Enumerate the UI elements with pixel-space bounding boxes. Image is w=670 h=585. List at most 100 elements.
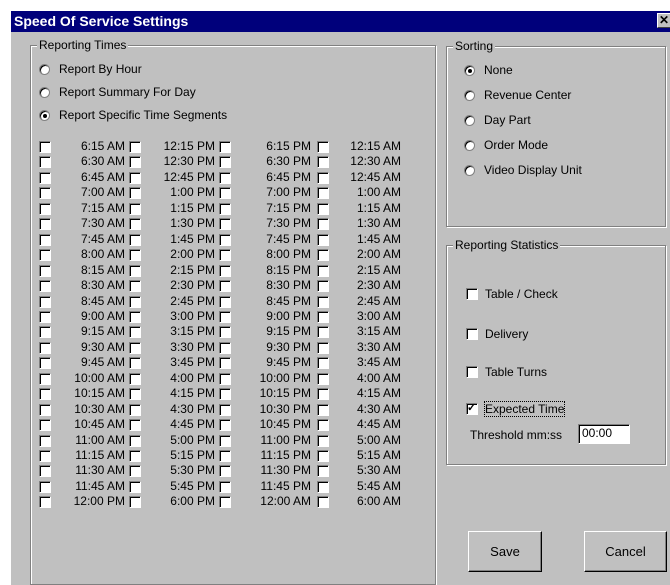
time-segment-checkbox[interactable] [129,357,141,370]
time-segment-checkbox[interactable] [129,310,141,323]
close-button[interactable]: ✕ [657,13,670,28]
time-segment-checkbox[interactable] [39,233,51,246]
time-segment-checkbox[interactable] [39,434,51,447]
time-segment-checkbox[interactable] [129,496,141,509]
time-segment-checkbox[interactable] [317,141,329,153]
time-segment-checkbox[interactable] [39,465,51,478]
time-segment-checkbox[interactable] [317,218,329,231]
statistic-option-3[interactable]: Expected Time [466,401,566,417]
time-segment-checkbox[interactable] [317,372,329,385]
time-segment-checkbox[interactable] [39,249,51,262]
time-segment-checkbox[interactable] [317,388,329,401]
time-segment-checkbox[interactable] [317,434,329,447]
time-segment-checkbox[interactable] [317,280,329,293]
time-segment-checkbox[interactable] [39,480,51,493]
time-segment-checkbox[interactable] [219,372,231,385]
sorting-option-0[interactable]: None [464,63,513,77]
time-segment-checkbox[interactable] [317,326,329,339]
time-segment-checkbox[interactable] [317,419,329,432]
report-option-1[interactable]: Report Summary For Day [39,85,196,99]
time-segment-checkbox[interactable] [219,249,231,262]
statistic-option-1[interactable]: Delivery [466,327,528,341]
time-segment-checkbox[interactable] [129,156,141,169]
time-segment-checkbox[interactable] [317,187,329,200]
sorting-option-3[interactable]: Order Mode [464,138,548,152]
time-segment-checkbox[interactable] [129,465,141,478]
time-segment-checkbox[interactable] [129,480,141,493]
time-segment-checkbox[interactable] [39,326,51,339]
time-segment-checkbox[interactable] [317,357,329,370]
time-segment-checkbox[interactable] [219,388,231,401]
time-segment-checkbox[interactable] [39,372,51,385]
time-segment-checkbox[interactable] [129,249,141,262]
time-segment-checkbox[interactable] [317,310,329,323]
statistic-option-0[interactable]: Table / Check [466,287,558,301]
time-segment-checkbox[interactable] [317,249,329,262]
time-segment-checkbox[interactable] [39,156,51,169]
time-segment-checkbox[interactable] [39,341,51,354]
time-segment-checkbox[interactable] [129,434,141,447]
time-segment-checkbox[interactable] [129,171,141,184]
time-segment-checkbox[interactable] [317,202,329,215]
time-segment-checkbox[interactable] [219,450,231,462]
time-segment-checkbox[interactable] [219,295,231,308]
time-segment-checkbox[interactable] [317,480,329,493]
report-option-0[interactable]: Report By Hour [39,62,142,76]
time-segment-checkbox[interactable] [39,141,51,153]
time-segment-checkbox[interactable] [219,326,231,339]
time-segment-checkbox[interactable] [129,233,141,246]
time-segment-checkbox[interactable] [39,403,51,416]
time-segment-checkbox[interactable] [39,187,51,200]
time-segment-checkbox[interactable] [39,496,51,509]
time-segment-checkbox[interactable] [317,156,329,169]
sorting-option-2[interactable]: Day Part [464,113,531,127]
time-segment-checkbox[interactable] [219,480,231,493]
time-segment-checkbox[interactable] [39,202,51,215]
time-segment-checkbox[interactable] [39,388,51,401]
time-segment-checkbox[interactable] [39,264,51,277]
time-segment-checkbox[interactable] [317,264,329,277]
time-segment-checkbox[interactable] [219,218,231,231]
time-segment-checkbox[interactable] [219,141,231,153]
time-segment-checkbox[interactable] [219,496,231,509]
time-segment-checkbox[interactable] [129,450,141,462]
time-segment-checkbox[interactable] [219,280,231,293]
time-segment-checkbox[interactable] [39,218,51,231]
time-segment-checkbox[interactable] [219,341,231,354]
time-segment-checkbox[interactable] [219,419,231,432]
time-segment-checkbox[interactable] [317,171,329,184]
sorting-option-4[interactable]: Video Display Unit [464,163,582,177]
time-segment-checkbox[interactable] [129,202,141,215]
time-segment-checkbox[interactable] [317,403,329,416]
cancel-button[interactable]: Cancel [584,531,667,572]
report-option-2[interactable]: Report Specific Time Segments [39,108,227,122]
time-segment-checkbox[interactable] [129,218,141,231]
time-segment-checkbox[interactable] [219,357,231,370]
time-segment-checkbox[interactable] [219,465,231,478]
time-segment-checkbox[interactable] [317,450,329,462]
time-segment-checkbox[interactable] [219,171,231,184]
time-segment-checkbox[interactable] [317,233,329,246]
time-segment-checkbox[interactable] [39,295,51,308]
time-segment-checkbox[interactable] [129,264,141,277]
time-segment-checkbox[interactable] [129,403,141,416]
time-segment-checkbox[interactable] [219,264,231,277]
time-segment-checkbox[interactable] [317,295,329,308]
time-segment-checkbox[interactable] [39,310,51,323]
time-segment-checkbox[interactable] [129,187,141,200]
time-segment-checkbox[interactable] [39,419,51,432]
statistic-option-2[interactable]: Table Turns [466,365,547,379]
time-segment-checkbox[interactable] [129,388,141,401]
time-segment-checkbox[interactable] [317,465,329,478]
time-segment-checkbox[interactable] [219,187,231,200]
save-button[interactable]: Save [468,531,542,572]
time-segment-checkbox[interactable] [129,419,141,432]
time-segment-checkbox[interactable] [39,357,51,370]
time-segment-checkbox[interactable] [219,202,231,215]
time-segment-checkbox[interactable] [129,326,141,339]
time-segment-checkbox[interactable] [129,341,141,354]
time-segment-checkbox[interactable] [219,233,231,246]
time-segment-checkbox[interactable] [129,280,141,293]
time-segment-checkbox[interactable] [129,295,141,308]
time-segment-checkbox[interactable] [39,450,51,462]
